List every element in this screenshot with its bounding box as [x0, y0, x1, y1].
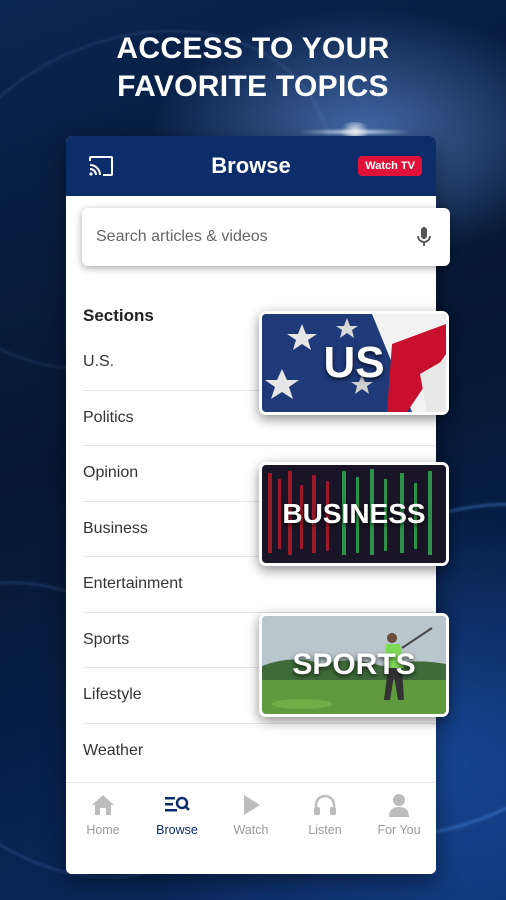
bottom-navigation: Home Browse Watch Listen For You [66, 782, 436, 874]
nav-item-for-you[interactable]: For You [367, 791, 431, 837]
topic-label-us: US [323, 338, 385, 387]
promo-headline: ACCESS TO YOUR FAVORITE TOPICS [0, 30, 506, 106]
headline-line-2: FAVORITE TOPICS [117, 70, 389, 103]
nav-label-for-you: For You [377, 823, 421, 837]
watch-tv-button[interactable]: Watch TV [358, 156, 422, 176]
headphones-icon [311, 791, 339, 819]
nav-item-listen[interactable]: Listen [293, 791, 357, 837]
section-item-weather[interactable]: Weather [83, 724, 436, 780]
page-title: Browse [211, 153, 291, 178]
nav-label-home: Home [86, 823, 120, 837]
nav-label-browse: Browse [156, 823, 198, 837]
nav-item-browse[interactable]: Browse [145, 791, 209, 837]
person-icon [385, 791, 413, 819]
cast-button[interactable] [86, 154, 116, 178]
app-header: Browse Watch TV [66, 136, 436, 196]
topic-card-business[interactable]: BUSINESS [259, 462, 449, 566]
microphone-icon[interactable] [412, 225, 436, 249]
search-input[interactable] [96, 228, 412, 246]
cast-icon [89, 156, 113, 176]
topic-card-us[interactable]: US [259, 311, 449, 415]
topic-label-sports: SPORTS [292, 648, 416, 681]
topic-card-sports[interactable]: SPORTS [259, 613, 449, 717]
sections-heading: Sections [83, 306, 154, 325]
headline-line-1: ACCESS TO YOUR [116, 32, 390, 65]
browse-icon [163, 791, 191, 819]
play-icon [237, 791, 265, 819]
search-bar[interactable] [82, 208, 450, 266]
nav-label-watch: Watch [233, 823, 269, 837]
nav-item-home[interactable]: Home [71, 791, 135, 837]
nav-item-watch[interactable]: Watch [219, 791, 283, 837]
nav-label-listen: Listen [308, 823, 342, 837]
topic-label-business: BUSINESS [282, 498, 426, 529]
home-icon [89, 791, 117, 819]
